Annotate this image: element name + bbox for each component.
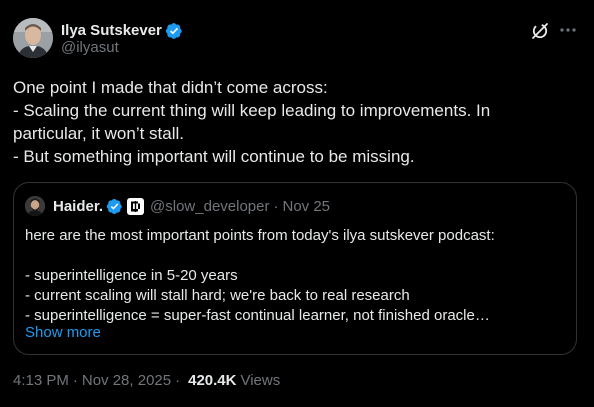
quoted-author-name[interactable]: Haider. (53, 197, 103, 216)
show-more-link[interactable]: Show more (25, 323, 101, 343)
tweet-line: One point I made that didn’t come across… (13, 78, 328, 97)
quoted-tweet-card[interactable]: Haider. @slow_developer · Nov 25 here ar… (13, 182, 577, 355)
tweet-time[interactable]: 4:13 PM (13, 371, 69, 391)
separator-dot: · (175, 372, 181, 389)
quoted-line: - superintelligence in 5-20 years (25, 267, 238, 284)
separator-dot: · (273, 198, 279, 215)
tweet-text: One point I made that didn’t come across… (13, 76, 583, 168)
author-avatar[interactable] (13, 18, 53, 58)
views-count[interactable]: 420.4K (188, 371, 236, 391)
grok-button[interactable] (531, 22, 549, 40)
verified-badge-icon[interactable] (165, 22, 183, 40)
avatar-photo (13, 18, 53, 58)
quoted-author-handle[interactable]: @slow_developer (150, 197, 269, 216)
quoted-header: Haider. @slow_developer · Nov 25 (53, 197, 330, 216)
more-options-button[interactable] (558, 20, 578, 40)
quoted-text: here are the most important points from … (25, 226, 570, 326)
tweet-line: - Scaling the current thing will keep le… (13, 101, 491, 120)
quoted-date[interactable]: Nov 25 (283, 197, 331, 216)
tweet-line: particular, it won’t stall. (13, 124, 185, 143)
quoted-line: here are the most important points from … (25, 227, 495, 244)
tweet-meta: 4:13 PM · Nov 28, 2025 · 420.4K Views (13, 371, 280, 391)
more-horizontal-icon (560, 28, 576, 32)
tweet-date[interactable]: Nov 28, 2025 (82, 371, 171, 391)
perplexity-logo-icon (131, 201, 141, 212)
views-label: Views (240, 372, 281, 389)
quoted-line-blank (25, 246, 570, 266)
quoted-author-avatar[interactable] (25, 196, 45, 216)
quoted-line: - current scaling will stall hard; we're… (25, 287, 410, 304)
grok-icon (532, 23, 548, 39)
verified-badge-icon[interactable] (106, 198, 123, 215)
quoted-line: - superintelligence = super-fast continu… (25, 307, 490, 324)
quoted-avatar-photo (25, 196, 45, 216)
separator-dot: · (72, 372, 78, 389)
perplexity-badge-icon[interactable] (127, 198, 145, 215)
tweet-line: - But something important will continue … (13, 147, 415, 166)
author-handle[interactable]: @ilyasut (61, 38, 119, 58)
